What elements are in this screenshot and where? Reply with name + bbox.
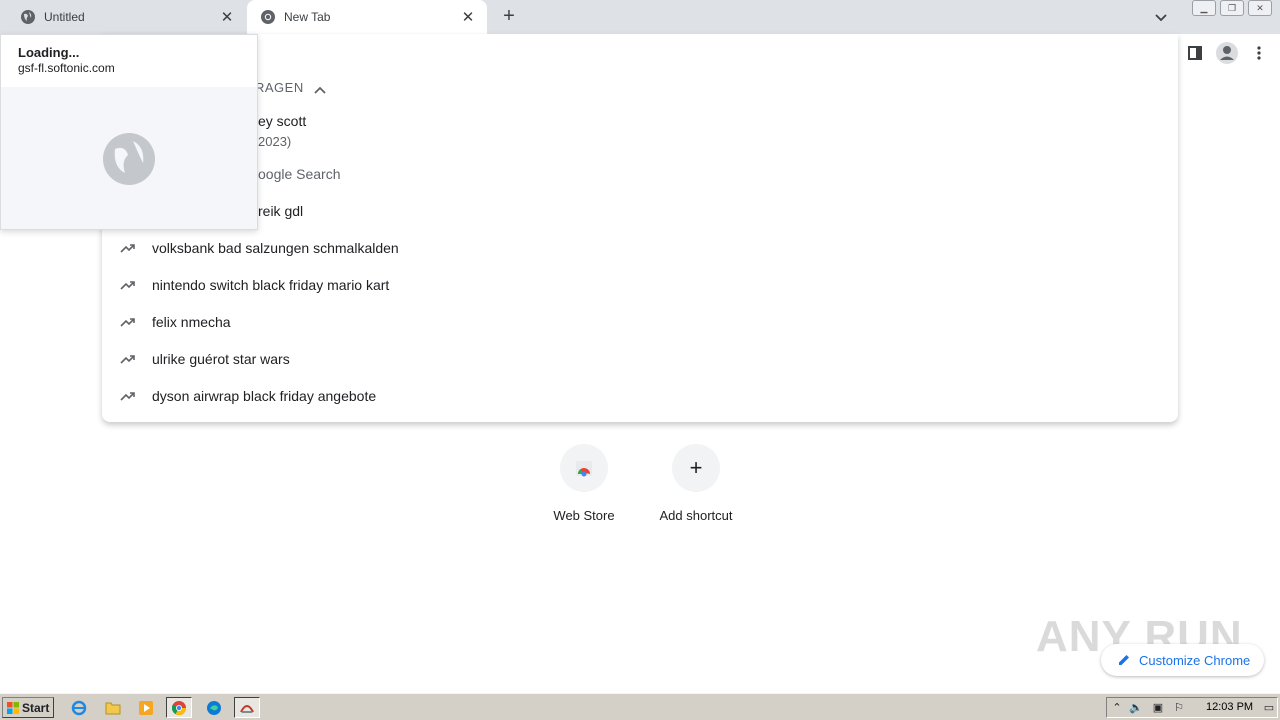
show-desktop-icon[interactable]: ▭: [1262, 701, 1276, 715]
suggestion-row[interactable]: ulrike guérot star wars: [102, 340, 1178, 377]
chevron-down-icon[interactable]: [1152, 8, 1170, 26]
start-label: Start: [22, 700, 50, 715]
trending-up-icon: [118, 352, 138, 366]
chrome-icon: [260, 9, 276, 25]
tab-untitled[interactable]: Untitled ✕: [0, 0, 246, 34]
suggestion-partial[interactable]: oogle Search: [258, 166, 341, 182]
close-tab-icon[interactable]: ✕: [459, 8, 477, 26]
suggestion-text: felix nmecha: [152, 313, 231, 330]
tab-title: Untitled: [44, 10, 85, 24]
volume-icon[interactable]: 🔈: [1129, 701, 1143, 715]
suggestion-text: volksbank bad salzungen schmalkalden: [152, 239, 399, 256]
suggestion-row[interactable]: nintendo switch black friday mario kart: [102, 266, 1178, 303]
new-tab-button[interactable]: +: [498, 5, 520, 27]
pencil-icon: [1117, 653, 1131, 667]
suggestion-row[interactable]: felix nmecha: [102, 303, 1178, 340]
trending-up-icon: [118, 278, 138, 292]
suggestion-subtext: 2023): [258, 134, 292, 149]
customize-chrome-button[interactable]: Customize Chrome: [1101, 644, 1264, 676]
start-button[interactable]: Start: [2, 697, 54, 718]
action-center-flag-icon[interactable]: ⚐: [1172, 701, 1186, 715]
close-tab-icon[interactable]: ✕: [218, 8, 236, 26]
suggestion-partial[interactable]: ey scott: [258, 113, 306, 129]
windows-logo-icon: [7, 701, 19, 714]
shortcut-web-store[interactable]: Web Store: [528, 444, 640, 523]
tab-title: New Tab: [284, 10, 331, 24]
restore-icon[interactable]: ❐: [1220, 0, 1244, 16]
show-hidden-icons-icon[interactable]: ⌃: [1110, 701, 1124, 715]
chevron-up-icon[interactable]: [313, 82, 327, 94]
hover-card-title: Loading...: [18, 45, 80, 60]
close-window-icon[interactable]: ✕: [1248, 0, 1272, 16]
add-shortcut-button[interactable]: + Add shortcut: [640, 444, 752, 523]
trending-up-icon: [118, 389, 138, 403]
globe-icon: [101, 131, 157, 187]
more-menu-icon[interactable]: [1244, 38, 1274, 68]
tab-new-tab[interactable]: New Tab ✕: [247, 0, 487, 34]
profile-avatar-icon[interactable]: [1212, 38, 1242, 68]
suggestion-row[interactable]: volksbank bad salzungen schmalkalden: [102, 229, 1178, 266]
tab-hover-card: Loading... gsf-fl.softonic.com: [0, 34, 258, 230]
suggestion-text: nintendo switch black friday mario kart: [152, 276, 390, 293]
minimize-icon[interactable]: ▁: [1192, 0, 1216, 16]
shortcut-label: Web Store: [553, 508, 615, 523]
trending-up-icon: [118, 241, 138, 255]
trending-up-icon: [118, 315, 138, 329]
clock[interactable]: 12:03 PM: [1206, 701, 1253, 713]
system-tray: ⌃ 🔈 ▣ ⚐ 12:03 PM ▭: [1106, 697, 1278, 718]
suggestion-text: ulrike guérot star wars: [152, 350, 290, 367]
edge-icon[interactable]: [201, 697, 227, 718]
customize-label: Customize Chrome: [1139, 652, 1251, 668]
hover-card-preview: [1, 87, 257, 229]
toolbar-right: [1178, 38, 1280, 68]
suggestion-text: dyson airwrap black friday angebote: [152, 387, 377, 404]
hover-card-url: gsf-fl.softonic.com: [18, 61, 115, 75]
suggestion-row[interactable]: dyson airwrap black friday angebote: [102, 377, 1178, 414]
app-running-icon[interactable]: [234, 697, 260, 718]
tab-strip: Untitled ✕ New Tab ✕ + ▁ ❐ ✕: [0, 0, 1280, 34]
plus-icon: +: [672, 444, 720, 492]
ie-icon[interactable]: [66, 697, 92, 718]
network-icon[interactable]: ▣: [1151, 701, 1165, 715]
media-player-icon[interactable]: [133, 697, 159, 718]
suggestion-partial[interactable]: reik gdl: [258, 203, 303, 219]
folder-icon[interactable]: [100, 697, 126, 718]
shortcut-label: Add shortcut: [659, 508, 733, 523]
side-panel-icon[interactable]: [1180, 38, 1210, 68]
globe-icon: [20, 9, 36, 25]
web-store-icon: [560, 444, 608, 492]
section-header: RAGEN: [255, 80, 304, 95]
chrome-taskbar-icon[interactable]: [166, 697, 192, 718]
window-controls: ▁ ❐ ✕: [1192, 0, 1272, 18]
taskbar: Start ⌃ 🔈 ▣ ⚐ 12:03 PM ▭: [0, 693, 1280, 720]
